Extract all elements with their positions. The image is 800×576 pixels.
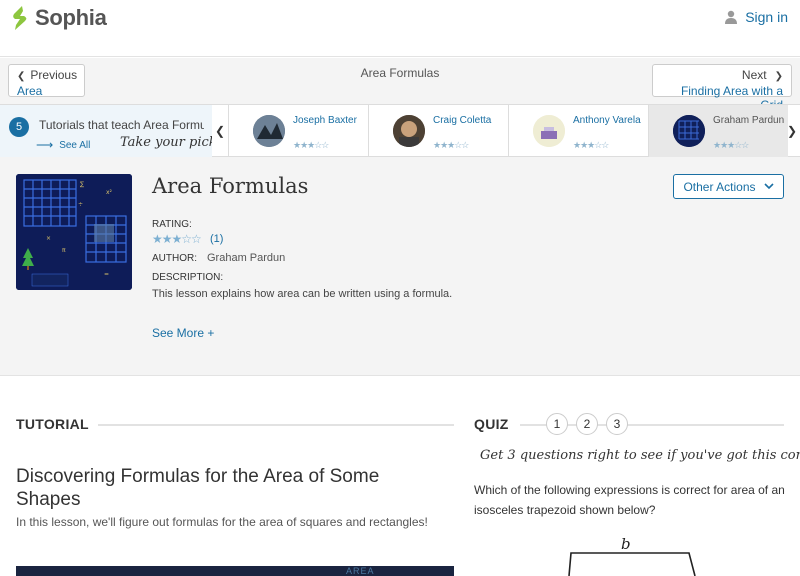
see-more-link[interactable]: See More + xyxy=(152,326,214,340)
tutorial-title: Discovering Formulas for the Area of Som… xyxy=(16,466,380,510)
quiz-tagline: Get 3 questions right to see if you've g… xyxy=(480,448,800,463)
video-label: AREA xyxy=(346,566,375,576)
quiz-heading: QUIZ xyxy=(474,416,509,432)
rating-label: RATING: xyxy=(152,219,192,230)
author-label: AUTHOR: xyxy=(152,253,197,264)
user-icon xyxy=(725,10,738,24)
chevron-right-icon: ❯ xyxy=(774,71,783,82)
description-label: DESCRIPTION: xyxy=(152,272,224,283)
card-rating-stars: ★★★☆☆ xyxy=(573,140,609,150)
quiz-question-3[interactable]: 3 xyxy=(606,413,628,435)
svg-text:∑: ∑ xyxy=(80,181,84,188)
take-pick-text: Take your pick: xyxy=(120,135,212,150)
tutorial-picker-strip: 5 Tutorials that teach Area Formulas ⟶ S… xyxy=(0,104,800,157)
quiz-question-text: Which of the following expressions is co… xyxy=(474,483,785,517)
avatar xyxy=(393,115,425,147)
tutorials-title: Tutorials that teach Area Formulas xyxy=(39,118,204,132)
chevron-right-icon: ❯ xyxy=(786,124,798,138)
rating-count[interactable]: (1) xyxy=(210,233,223,245)
card-rating-stars: ★★★☆☆ xyxy=(713,140,749,150)
signin-label: Sign in xyxy=(745,9,788,25)
trapezoid-figure: b xyxy=(568,535,696,576)
lesson-title: Area Formulas xyxy=(152,174,309,198)
tutorial-video[interactable]: AREA xyxy=(16,566,454,576)
logo-text: Sophia xyxy=(35,5,107,30)
quiz-question-1[interactable]: 1 xyxy=(546,413,568,435)
lesson-description: This lesson explains how area can be wri… xyxy=(152,288,453,300)
tutorial-count-badge: 5 xyxy=(9,117,29,137)
scroll-right-button[interactable]: ❯ xyxy=(784,105,800,157)
divider xyxy=(98,424,454,426)
card-author-name: Joseph Baxter xyxy=(293,115,357,126)
sophia-logo-icon xyxy=(13,6,27,30)
arrow-right-icon: ⟶ xyxy=(36,138,54,152)
next-label: Next xyxy=(741,68,767,82)
see-all-link[interactable]: ⟶ See All xyxy=(36,138,90,152)
card-rating-stars: ★★★☆☆ xyxy=(433,140,469,150)
chevron-down-icon xyxy=(763,183,774,190)
next-button[interactable]: Next❯ Finding Area with a Grid xyxy=(652,64,792,112)
other-actions-label: Other Actions xyxy=(683,179,756,194)
card-rating-stars: ★★★☆☆ xyxy=(293,140,329,150)
svg-text:x²: x² xyxy=(106,189,113,196)
see-all-label: See All xyxy=(59,139,91,151)
figure-label: b xyxy=(621,535,631,553)
svg-text:π: π xyxy=(62,247,66,254)
svg-text:×: × xyxy=(46,235,51,242)
previous-title: Area xyxy=(17,84,43,98)
svg-text:÷: ÷ xyxy=(78,201,83,208)
card-author-name: Anthony Varela xyxy=(573,115,641,126)
card-author-name: Craig Coletta xyxy=(433,115,492,126)
lesson-nav: ❮ Previous Area Area Formulas Next ❯ Findi… xyxy=(0,58,800,112)
tutorial-card[interactable]: Craig Coletta ★★★☆☆ xyxy=(368,105,508,157)
tutorial-description: In this lesson, we'll figure out formula… xyxy=(16,515,428,529)
tutorial-card[interactable]: Anthony Varela ★★★☆☆ xyxy=(508,105,648,157)
tutorials-picker: 5 Tutorials that teach Area Formulas ⟶ S… xyxy=(0,105,212,157)
avatar xyxy=(673,115,705,147)
avatar xyxy=(533,115,565,147)
quiz-question-2[interactable]: 2 xyxy=(576,413,598,435)
scroll-left-button[interactable]: ❮ xyxy=(212,105,228,157)
tutorial-card-active[interactable]: Graham Pardun ★★★☆☆ xyxy=(648,105,788,157)
sophia-logo[interactable]: Sophia xyxy=(10,5,107,31)
tutorial-card[interactable]: Joseph Baxter ★★★☆☆ xyxy=(228,105,368,157)
avatar xyxy=(253,115,285,147)
lesson-info: ∑ x² ÷ × π = Area Formulas Other Actions RAT… xyxy=(0,157,800,376)
top-bar: Sophia Sign in xyxy=(0,0,800,57)
signin-link[interactable]: Sign in xyxy=(725,9,788,25)
other-actions-button[interactable]: Other Actions xyxy=(673,174,784,199)
tutorial-heading: TUTORIAL xyxy=(16,416,89,432)
card-author-name: Graham Pardun xyxy=(713,115,785,126)
rating-stars[interactable]: ★★★☆☆ xyxy=(152,232,202,246)
chevron-left-icon: ❮ xyxy=(214,124,226,138)
author-name[interactable]: Graham Pardun xyxy=(207,252,285,264)
lesson-thumbnail[interactable]: ∑ x² ÷ × π = xyxy=(16,174,132,290)
svg-text:=: = xyxy=(104,271,109,278)
